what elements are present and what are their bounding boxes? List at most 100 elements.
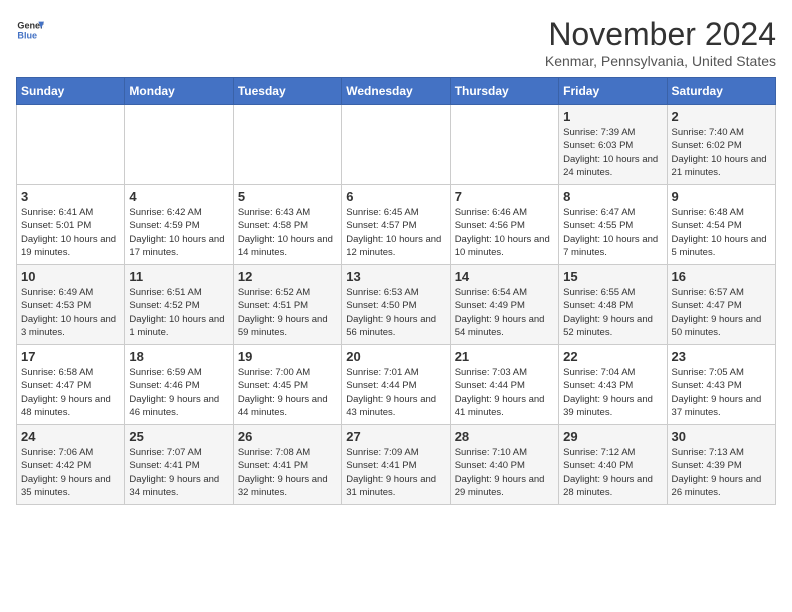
month-title: November 2024 bbox=[545, 16, 776, 53]
calendar-cell: 5 Sunrise: 6:43 AM Sunset: 4:58 PM Daylig… bbox=[233, 185, 341, 265]
day-number: 29 bbox=[563, 429, 662, 444]
day-info: Sunrise: 6:55 AM Sunset: 4:48 PM Dayligh… bbox=[563, 286, 662, 339]
calendar-cell: 13 Sunrise: 6:53 AM Sunset: 4:50 PM Dayli… bbox=[342, 265, 450, 345]
calendar-cell: 16 Sunrise: 6:57 AM Sunset: 4:47 PM Dayli… bbox=[667, 265, 775, 345]
day-info: Sunrise: 7:07 AM Sunset: 4:41 PM Dayligh… bbox=[129, 446, 228, 499]
day-info: Sunrise: 6:51 AM Sunset: 4:52 PM Dayligh… bbox=[129, 286, 228, 339]
calendar-table: Sunday Monday Tuesday Wednesday Thursday… bbox=[16, 77, 776, 505]
calendar-cell: 3Sunrise: 6:41 AM Sunset: 5:01 PM Daylig… bbox=[17, 185, 125, 265]
calendar-cell: 23Sunrise: 7:05 AM Sunset: 4:43 PM Dayli… bbox=[667, 345, 775, 425]
day-number: 8 bbox=[563, 189, 662, 204]
day-number: 25 bbox=[129, 429, 228, 444]
calendar-cell: 21 Sunrise: 7:03 AM Sunset: 4:44 PM Dayli… bbox=[450, 345, 558, 425]
day-number: 4 bbox=[129, 189, 228, 204]
calendar-cell: 18Sunrise: 6:59 AM Sunset: 4:46 PM Dayli… bbox=[125, 345, 233, 425]
calendar-cell bbox=[450, 105, 558, 185]
calendar-cell: 28 Sunrise: 7:10 AM Sunset: 4:40 PM Dayli… bbox=[450, 425, 558, 505]
calendar-cell: 19 Sunrise: 7:00 AM Sunset: 4:45 PM Dayli… bbox=[233, 345, 341, 425]
day-number: 22 bbox=[563, 349, 662, 364]
day-number: 14 bbox=[455, 269, 554, 284]
day-number: 2 bbox=[672, 109, 771, 124]
calendar-cell: 12 Sunrise: 6:52 AM Sunset: 4:51 PM Dayli… bbox=[233, 265, 341, 345]
calendar-body: 1 Sunrise: 7:39 AM Sunset: 6:03 PM Daylig… bbox=[17, 105, 776, 505]
calendar-cell: 11 Sunrise: 6:51 AM Sunset: 4:52 PM Dayli… bbox=[125, 265, 233, 345]
day-info: Sunrise: 7:39 AM Sunset: 6:03 PM Dayligh… bbox=[563, 126, 662, 179]
day-info: Sunrise: 6:54 AM Sunset: 4:49 PM Dayligh… bbox=[455, 286, 554, 339]
day-info: Sunrise: 7:13 AM Sunset: 4:39 PM Dayligh… bbox=[672, 446, 771, 499]
header-tuesday: Tuesday bbox=[233, 78, 341, 105]
day-number: 10 bbox=[21, 269, 120, 284]
calendar-cell: 17 Sunrise: 6:58 AM Sunset: 4:47 PM Dayli… bbox=[17, 345, 125, 425]
calendar-cell: 1 Sunrise: 7:39 AM Sunset: 6:03 PM Daylig… bbox=[559, 105, 667, 185]
day-info: Sunrise: 6:58 AM Sunset: 4:47 PM Dayligh… bbox=[21, 366, 120, 419]
day-info: Sunrise: 6:57 AM Sunset: 4:47 PM Dayligh… bbox=[672, 286, 771, 339]
calendar-cell bbox=[17, 105, 125, 185]
day-number: 20 bbox=[346, 349, 445, 364]
day-info: Sunrise: 6:49 AM Sunset: 4:53 PM Dayligh… bbox=[21, 286, 120, 339]
location-subtitle: Kenmar, Pennsylvania, United States bbox=[545, 53, 776, 69]
calendar-cell: 20 Sunrise: 7:01 AM Sunset: 4:44 PM Dayli… bbox=[342, 345, 450, 425]
header-wednesday: Wednesday bbox=[342, 78, 450, 105]
day-number: 16 bbox=[672, 269, 771, 284]
logo-icon: General Blue bbox=[16, 16, 44, 44]
day-number: 28 bbox=[455, 429, 554, 444]
header-row: Sunday Monday Tuesday Wednesday Thursday… bbox=[17, 78, 776, 105]
day-info: Sunrise: 6:43 AM Sunset: 4:58 PM Dayligh… bbox=[238, 206, 337, 259]
day-info: Sunrise: 7:06 AM Sunset: 4:42 PM Dayligh… bbox=[21, 446, 120, 499]
day-info: Sunrise: 6:45 AM Sunset: 4:57 PM Dayligh… bbox=[346, 206, 445, 259]
day-number: 6 bbox=[346, 189, 445, 204]
day-info: Sunrise: 7:01 AM Sunset: 4:44 PM Dayligh… bbox=[346, 366, 445, 419]
day-info: Sunrise: 7:08 AM Sunset: 4:41 PM Dayligh… bbox=[238, 446, 337, 499]
day-number: 15 bbox=[563, 269, 662, 284]
day-number: 30 bbox=[672, 429, 771, 444]
calendar-header: Sunday Monday Tuesday Wednesday Thursday… bbox=[17, 78, 776, 105]
day-number: 13 bbox=[346, 269, 445, 284]
day-number: 1 bbox=[563, 109, 662, 124]
day-info: Sunrise: 6:47 AM Sunset: 4:55 PM Dayligh… bbox=[563, 206, 662, 259]
day-info: Sunrise: 7:04 AM Sunset: 4:43 PM Dayligh… bbox=[563, 366, 662, 419]
day-number: 26 bbox=[238, 429, 337, 444]
header-monday: Monday bbox=[125, 78, 233, 105]
day-info: Sunrise: 6:46 AM Sunset: 4:56 PM Dayligh… bbox=[455, 206, 554, 259]
day-number: 11 bbox=[129, 269, 228, 284]
header-friday: Friday bbox=[559, 78, 667, 105]
calendar-cell: 9 Sunrise: 6:48 AM Sunset: 4:54 PM Daylig… bbox=[667, 185, 775, 265]
calendar-cell: 10 Sunrise: 6:49 AM Sunset: 4:53 PM Dayli… bbox=[17, 265, 125, 345]
calendar-cell: 30 Sunrise: 7:13 AM Sunset: 4:39 PM Dayli… bbox=[667, 425, 775, 505]
day-number: 21 bbox=[455, 349, 554, 364]
day-number: 5 bbox=[238, 189, 337, 204]
calendar-week-3: 10 Sunrise: 6:49 AM Sunset: 4:53 PM Dayli… bbox=[17, 265, 776, 345]
day-info: Sunrise: 7:00 AM Sunset: 4:45 PM Dayligh… bbox=[238, 366, 337, 419]
day-info: Sunrise: 7:09 AM Sunset: 4:41 PM Dayligh… bbox=[346, 446, 445, 499]
day-number: 12 bbox=[238, 269, 337, 284]
day-info: Sunrise: 6:52 AM Sunset: 4:51 PM Dayligh… bbox=[238, 286, 337, 339]
calendar-cell: 27 Sunrise: 7:09 AM Sunset: 4:41 PM Dayli… bbox=[342, 425, 450, 505]
day-number: 27 bbox=[346, 429, 445, 444]
calendar-cell: 15 Sunrise: 6:55 AM Sunset: 4:48 PM Dayli… bbox=[559, 265, 667, 345]
svg-text:Blue: Blue bbox=[17, 30, 37, 40]
day-info: Sunrise: 7:12 AM Sunset: 4:40 PM Dayligh… bbox=[563, 446, 662, 499]
calendar-cell bbox=[233, 105, 341, 185]
header-saturday: Saturday bbox=[667, 78, 775, 105]
day-info: Sunrise: 6:41 AM Sunset: 5:01 PM Dayligh… bbox=[21, 206, 120, 259]
day-info: Sunrise: 6:48 AM Sunset: 4:54 PM Dayligh… bbox=[672, 206, 771, 259]
day-number: 7 bbox=[455, 189, 554, 204]
day-info: Sunrise: 7:05 AM Sunset: 4:43 PM Dayligh… bbox=[672, 366, 771, 419]
calendar-week-4: 17 Sunrise: 6:58 AM Sunset: 4:47 PM Dayli… bbox=[17, 345, 776, 425]
calendar-week-5: 24Sunrise: 7:06 AM Sunset: 4:42 PM Dayli… bbox=[17, 425, 776, 505]
day-info: Sunrise: 7:10 AM Sunset: 4:40 PM Dayligh… bbox=[455, 446, 554, 499]
calendar-cell bbox=[125, 105, 233, 185]
calendar-cell: 24Sunrise: 7:06 AM Sunset: 4:42 PM Dayli… bbox=[17, 425, 125, 505]
calendar-cell: 25 Sunrise: 7:07 AM Sunset: 4:41 PM Dayli… bbox=[125, 425, 233, 505]
calendar-cell: 2Sunrise: 7:40 AM Sunset: 6:02 PM Daylig… bbox=[667, 105, 775, 185]
header-thursday: Thursday bbox=[450, 78, 558, 105]
logo: General Blue bbox=[16, 16, 44, 44]
day-number: 17 bbox=[21, 349, 120, 364]
calendar-cell: 22 Sunrise: 7:04 AM Sunset: 4:43 PM Dayli… bbox=[559, 345, 667, 425]
day-info: Sunrise: 6:59 AM Sunset: 4:46 PM Dayligh… bbox=[129, 366, 228, 419]
day-info: Sunrise: 7:03 AM Sunset: 4:44 PM Dayligh… bbox=[455, 366, 554, 419]
calendar-cell: 26 Sunrise: 7:08 AM Sunset: 4:41 PM Dayli… bbox=[233, 425, 341, 505]
day-number: 19 bbox=[238, 349, 337, 364]
day-info: Sunrise: 6:53 AM Sunset: 4:50 PM Dayligh… bbox=[346, 286, 445, 339]
day-number: 9 bbox=[672, 189, 771, 204]
